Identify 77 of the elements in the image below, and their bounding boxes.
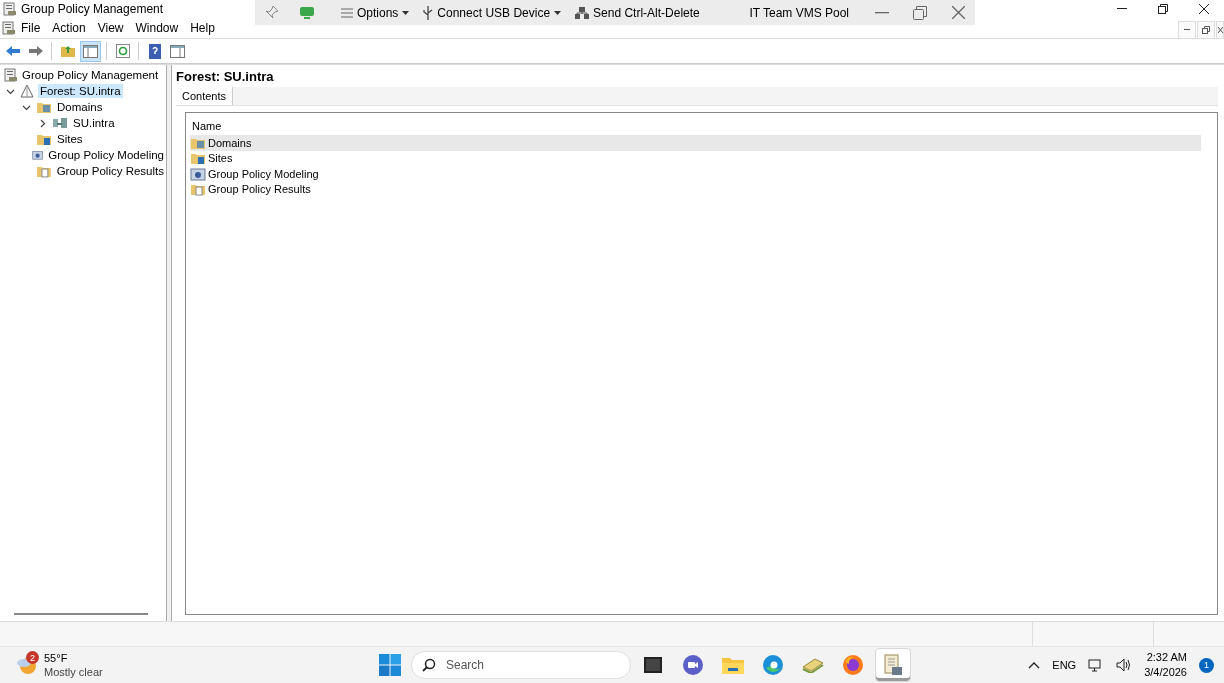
toolbar-button[interactable] [80, 40, 101, 62]
menu-item[interactable]: Window [129, 21, 185, 35]
pane-title: Forest: SU.intra [176, 69, 275, 84]
usb-icon [423, 5, 434, 20]
scrollbar[interactable] [14, 613, 148, 615]
minimize-icon [1116, 8, 1127, 10]
tree-item[interactable]: SU.intra [71, 116, 117, 130]
close-icon [1198, 4, 1209, 14]
restore-icon [1202, 26, 1210, 34]
menu-item[interactable]: File [15, 21, 47, 35]
toolbar-menu-button[interactable]: Connect USB Device [419, 5, 566, 20]
tree-item[interactable]: Domains [55, 100, 105, 114]
close-icon [1217, 26, 1223, 34]
firefox-icon [842, 654, 864, 676]
minimize-icon [1184, 29, 1190, 31]
language-indicator[interactable]: ENG [1052, 659, 1077, 671]
help-icon [148, 43, 161, 59]
window-title: Group Policy Management [21, 2, 164, 16]
tab[interactable]: Contents [176, 87, 234, 105]
notification-badge: 2 [26, 651, 39, 664]
console-icon [4, 68, 17, 82]
search-field[interactable]: Search [411, 651, 631, 679]
column-header[interactable]: Name [192, 120, 222, 132]
terminal-icon [644, 657, 662, 673]
folder-icon [36, 100, 52, 114]
list-row[interactable]: Domains [190, 135, 1201, 151]
toolbar-menu-button[interactable]: Send Ctrl-Alt-Delete [571, 5, 704, 20]
folder-icon [36, 132, 52, 146]
weather-condition: Mostly clear [44, 665, 103, 679]
temperature: 55°F [44, 651, 69, 665]
pool-name: IT Team VMS Pool [749, 5, 849, 20]
list-row[interactable]: Group Policy Results [190, 181, 1201, 197]
tree-item[interactable]: Group Policy Results [54, 164, 166, 178]
back-arrow-icon [4, 45, 21, 57]
forward-arrow-icon [27, 45, 44, 57]
restore-icon [1157, 4, 1168, 14]
browser-icon [762, 654, 784, 676]
console-icon [883, 654, 903, 676]
triangle-icon [20, 84, 35, 98]
list-row[interactable]: Sites [190, 150, 1201, 166]
caret-icon [402, 10, 410, 15]
search-icon [422, 658, 436, 672]
toolbar-menu-button[interactable]: Options [337, 5, 414, 20]
menu-icon [341, 7, 353, 18]
start-icon[interactable] [379, 654, 401, 676]
notification-badge[interactable]: 1 [1199, 657, 1214, 673]
pin-icon[interactable] [265, 4, 279, 21]
console-icon [3, 2, 16, 16]
speaker-icon[interactable] [1116, 658, 1133, 672]
tree-item[interactable]: Sites [55, 132, 85, 146]
clock[interactable]: 2:32 AM 3/4/2026 [1144, 650, 1187, 680]
tree-item[interactable]: Forest: SU.intra [38, 84, 123, 98]
menu-item[interactable]: Action [46, 21, 92, 35]
tree-item[interactable]: Group Policy Modeling [46, 148, 166, 162]
minimize-icon [875, 11, 889, 14]
video-chat-icon [682, 655, 704, 675]
restore-button[interactable] [1197, 21, 1215, 39]
document-icon [190, 182, 206, 197]
folder-icon [59, 44, 76, 58]
chevron-up-icon[interactable] [1028, 661, 1041, 669]
console-icon [2, 21, 15, 35]
monitor-icon[interactable] [299, 5, 315, 20]
money-icon [801, 657, 825, 673]
panel-icon [83, 44, 98, 58]
folder-icon [722, 656, 744, 674]
folder-icon [190, 151, 206, 166]
document-icon [35, 164, 52, 178]
restore-icon [913, 5, 927, 20]
menu-item[interactable]: View [91, 21, 130, 35]
chevron-right-icon[interactable] [38, 118, 47, 128]
menu-item[interactable]: Help [184, 21, 221, 35]
close-icon [951, 6, 965, 19]
panel-icon [170, 44, 185, 58]
refresh-icon [115, 44, 130, 58]
tree-item[interactable]: Group Policy Management [20, 68, 161, 82]
list-row[interactable]: Group Policy Modeling [190, 166, 1201, 182]
caret-icon [554, 10, 562, 15]
